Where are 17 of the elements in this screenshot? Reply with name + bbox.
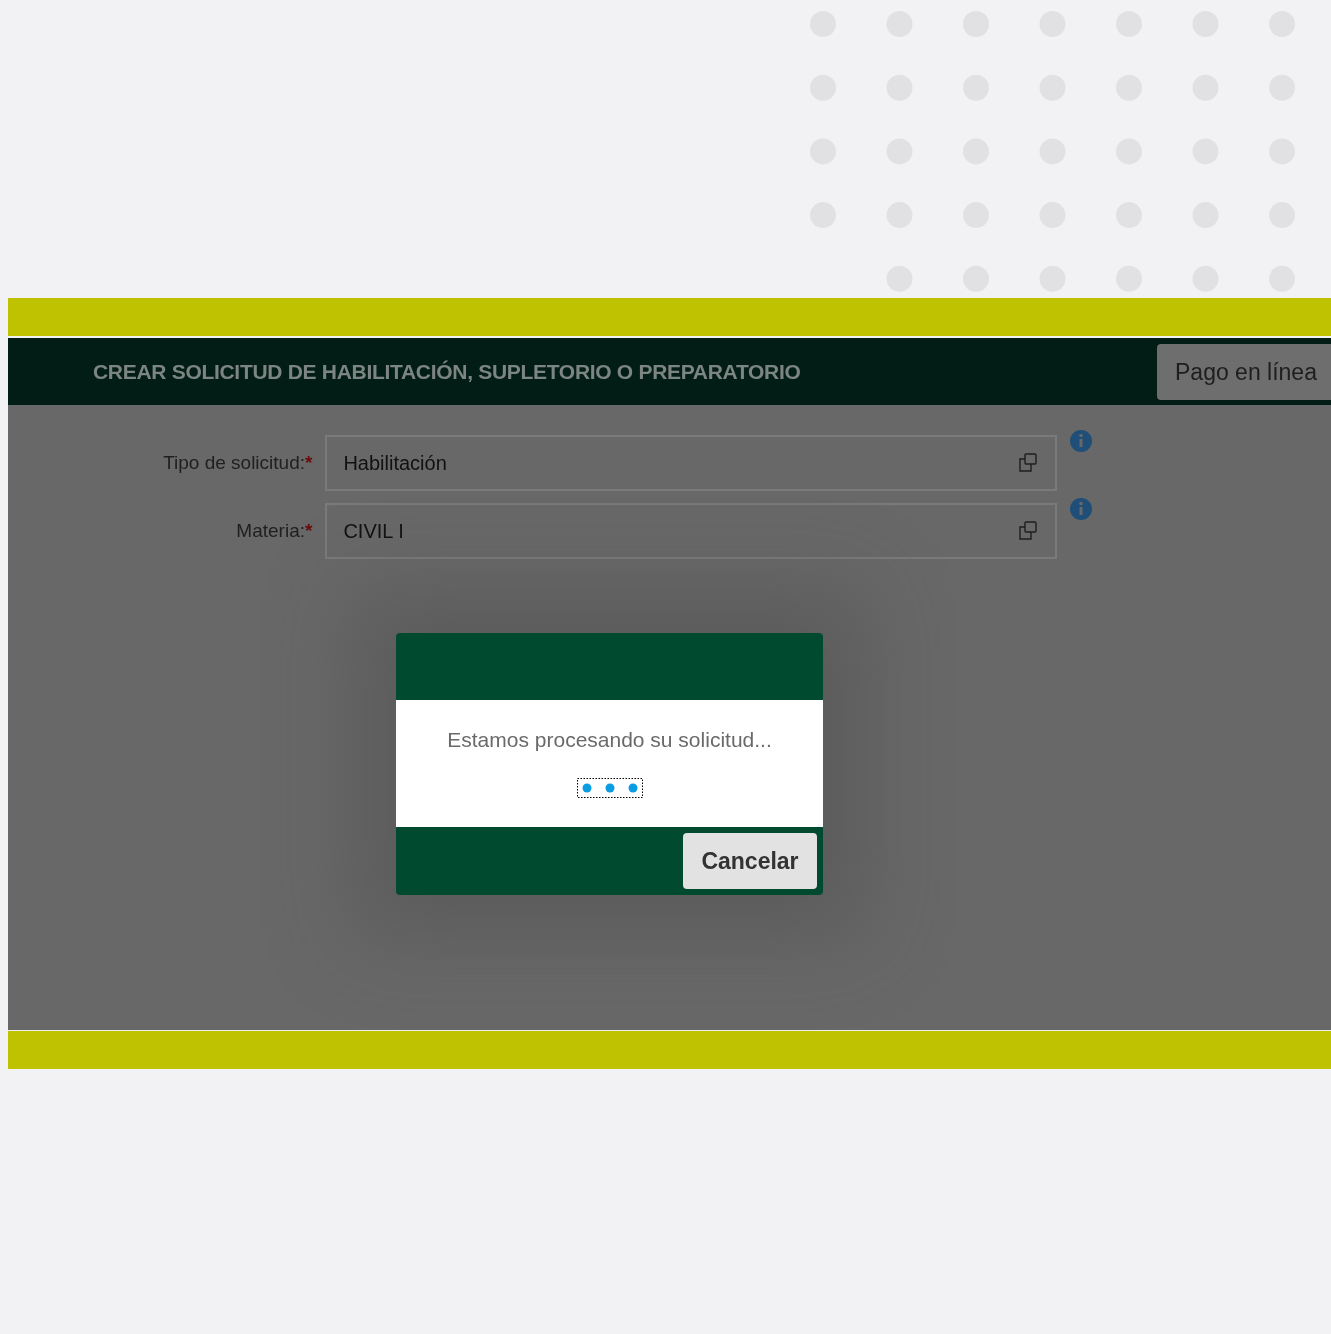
cancel-button[interactable]: Cancelar: [683, 833, 817, 889]
loading-dots-icon: [576, 778, 643, 798]
page-title: CREAR SOLICITUD DE HABILITACIÓN, SUPLETORIO O PREPARATORIO: [93, 359, 801, 384]
required-mark: *: [305, 520, 313, 542]
field-value: Habilitación: [343, 451, 447, 475]
required-mark: *: [305, 452, 313, 474]
field-label: Tipo de solicitud:: [162, 452, 305, 474]
processing-message: Estamos procesando su solicitud...: [447, 728, 772, 752]
select-field[interactable]: CIVIL I: [325, 503, 1058, 559]
info-icon[interactable]: [1069, 429, 1094, 453]
select-field[interactable]: Habilitación: [325, 435, 1058, 491]
field-value: CIVIL I: [343, 519, 404, 543]
value-help-icon[interactable]: [1017, 452, 1040, 474]
field-label: Materia:: [235, 520, 305, 542]
value-help-icon[interactable]: [1017, 520, 1040, 542]
info-icon[interactable]: [1069, 497, 1094, 521]
pay-online-button[interactable]: Pago en línea: [1157, 344, 1331, 400]
